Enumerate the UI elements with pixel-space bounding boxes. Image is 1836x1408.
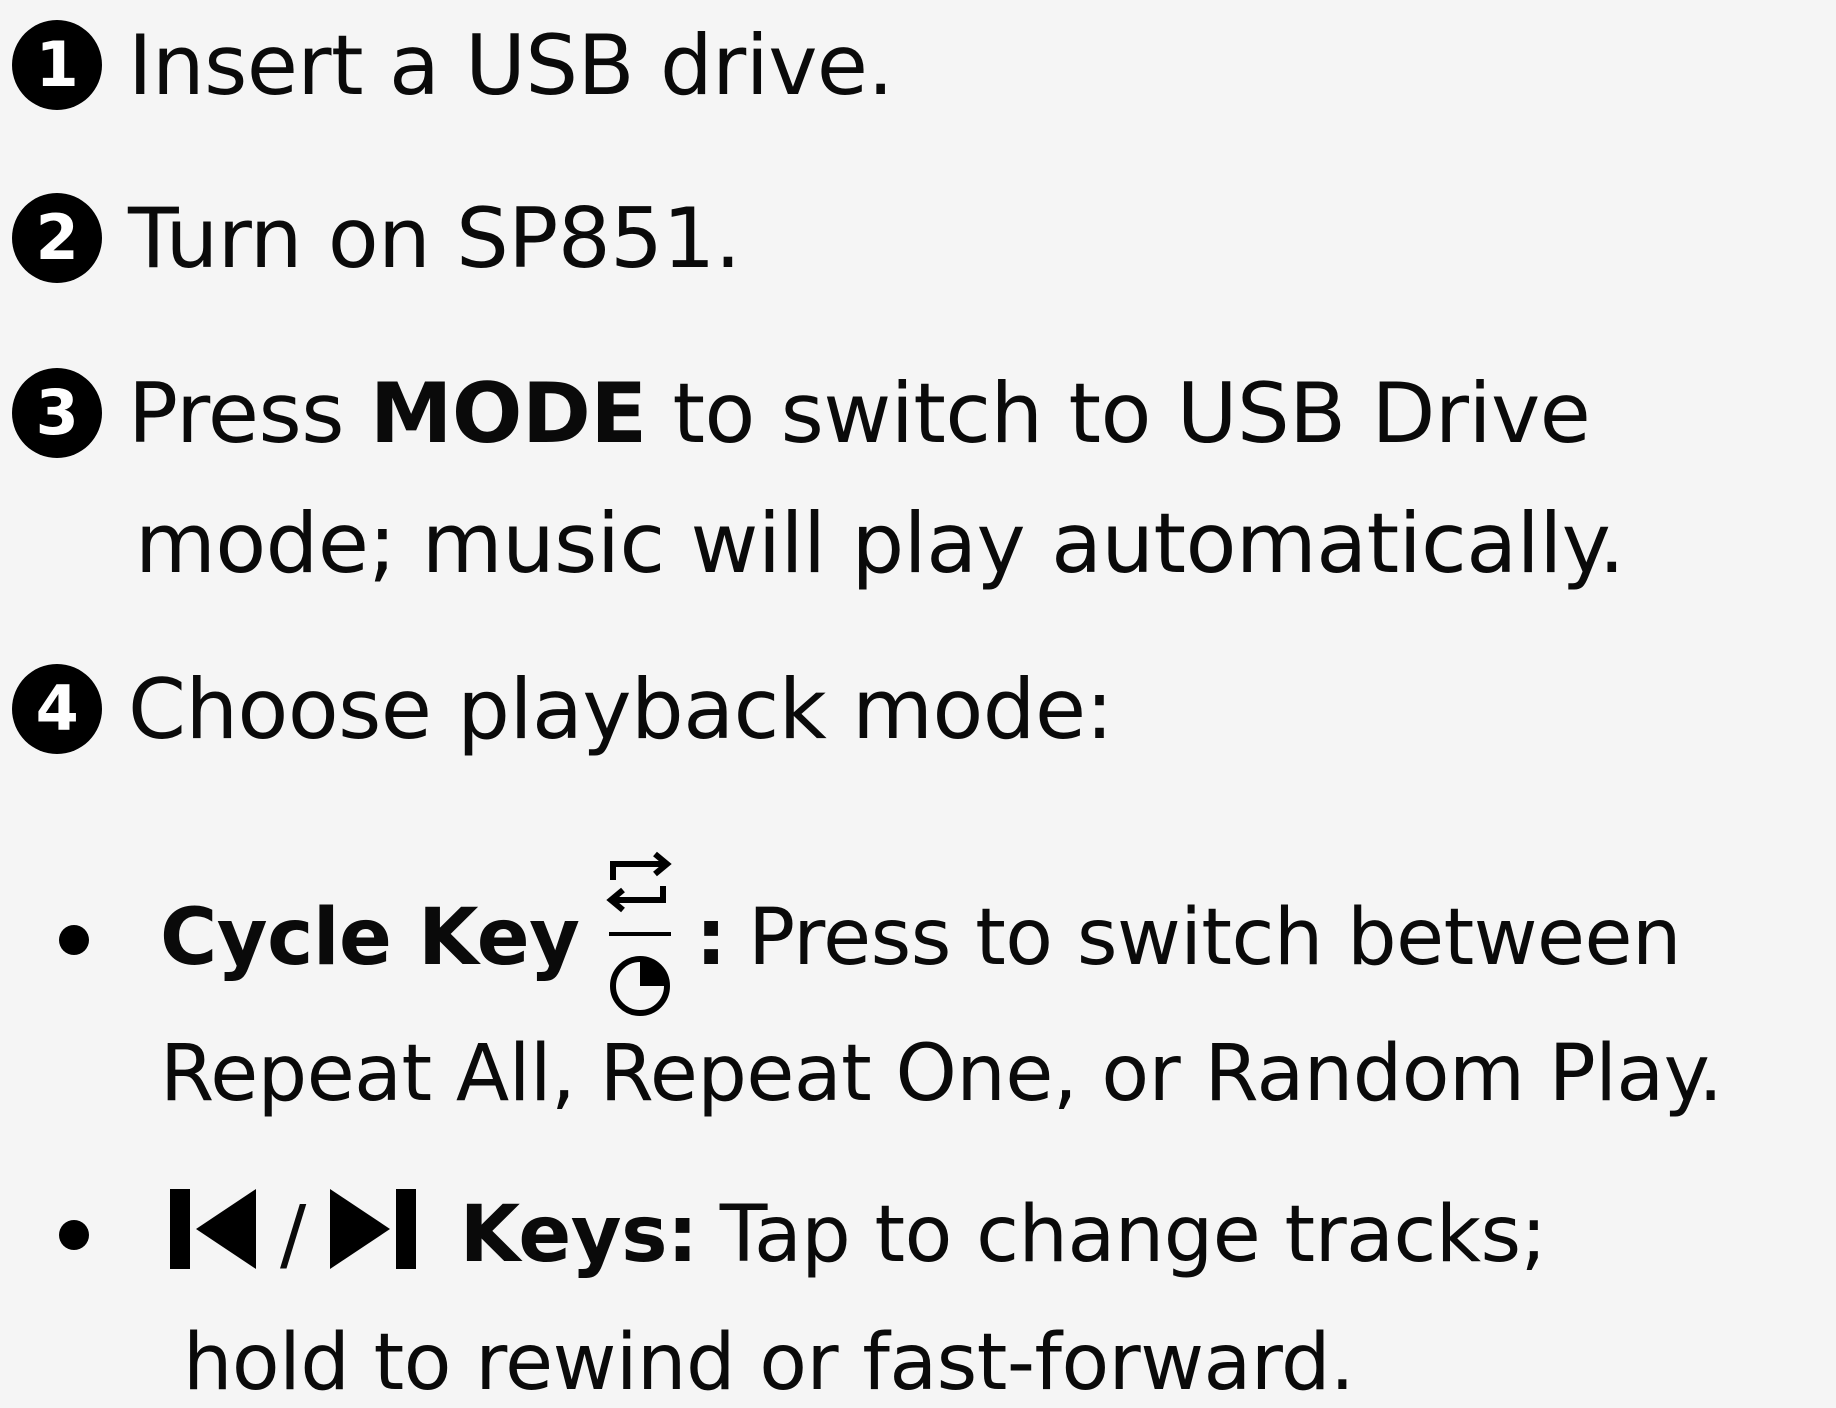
step-4-text: Choose playback mode:	[128, 660, 1114, 758]
step-number-3: 3	[12, 368, 102, 458]
bullet-dot-cycle	[59, 925, 89, 955]
cycle-key-text: Press to switch between	[748, 893, 1681, 983]
step-number-4: 4	[12, 664, 102, 754]
step-3-text-after: to switch to USB Drive	[646, 364, 1591, 462]
step-3-continuation: mode; music will play automatically.	[135, 495, 1625, 592]
step-3: 3 Press MODE to switch to USB Drive	[12, 368, 1591, 458]
step-2-text: Turn on SP851.	[128, 189, 741, 287]
skip-previous-icon	[170, 1188, 256, 1282]
step-2: 2 Turn on SP851.	[12, 193, 741, 283]
step-1: 1 Insert a USB drive.	[12, 16, 894, 114]
step-number-1: 1	[12, 20, 102, 110]
bullet-dot-tracks	[59, 1220, 89, 1250]
step-1-text: Insert a USB drive.	[128, 16, 894, 114]
step-3-text: Press MODE to switch to USB Drive	[128, 372, 1591, 455]
cycle-colon: :	[695, 893, 727, 983]
track-keys-text: Tap to change tracks;	[719, 1190, 1547, 1280]
instructions-page: 1 Insert a USB drive. 2 Turn on SP851. 3…	[0, 0, 1836, 1402]
step-3-text-before: Press	[128, 364, 370, 462]
repeat-timer-icon	[605, 846, 675, 1031]
cycle-key-line: Cycle Key : Press to switch between	[160, 843, 1681, 1033]
mode-key-label: MODE	[369, 364, 647, 462]
skip-next-icon	[329, 1188, 416, 1282]
track-keys-continuation: hold to rewind or fast-forward.	[183, 1318, 1355, 1408]
track-keys-line: / Keys: Tap to change tracks;	[170, 1188, 1547, 1280]
cycle-key-label: Cycle Key	[160, 893, 580, 983]
cycle-key-continuation: Repeat All, Repeat One, or Random Play.	[160, 1029, 1723, 1119]
track-keys-slash: /	[280, 1190, 306, 1280]
step-4: 4 Choose playback mode:	[12, 660, 1114, 758]
track-keys-label: Keys:	[459, 1190, 698, 1280]
step-number-2: 2	[12, 193, 102, 283]
